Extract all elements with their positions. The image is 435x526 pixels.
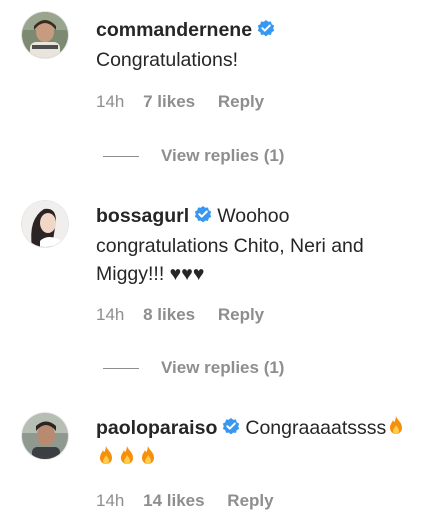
divider-line [103,156,139,158]
avatar-bossagurl[interactable] [22,201,68,247]
comment-text: Congraaaatssss [245,417,387,439]
avatar-paoloparaiso[interactable] [22,413,68,459]
fire-icon [96,445,116,467]
username[interactable]: bossagurl [96,205,189,227]
likes-link[interactable]: 7 likes [143,91,195,113]
view-replies-label: View replies (1) [161,358,285,377]
likes-link[interactable]: 8 likes [143,304,195,326]
reply-button[interactable]: Reply [218,91,264,113]
fire-icon [138,445,158,467]
comment-text: Congratulations! [96,49,239,71]
verified-badge-icon [193,204,213,232]
username[interactable]: paoloparaiso [96,417,217,439]
verified-badge-icon [256,18,276,46]
comment-time: 14h [96,491,125,510]
comment-time: 14h [96,92,125,111]
divider-line [103,368,139,370]
fire-icon [117,445,137,467]
fire-icon [386,415,406,437]
view-replies-button[interactable]: View replies (1) [103,357,284,379]
reply-button[interactable]: Reply [218,304,264,326]
likes-link[interactable]: 14 likes [143,490,204,512]
avatar-commandernene[interactable] [22,12,68,58]
verified-badge-icon [221,416,241,444]
comment-time: 14h [96,305,125,324]
username[interactable]: commandernene [96,19,252,41]
reply-button[interactable]: Reply [227,490,273,512]
view-replies-label: View replies (1) [161,146,285,165]
view-replies-button[interactable]: View replies (1) [103,145,284,167]
